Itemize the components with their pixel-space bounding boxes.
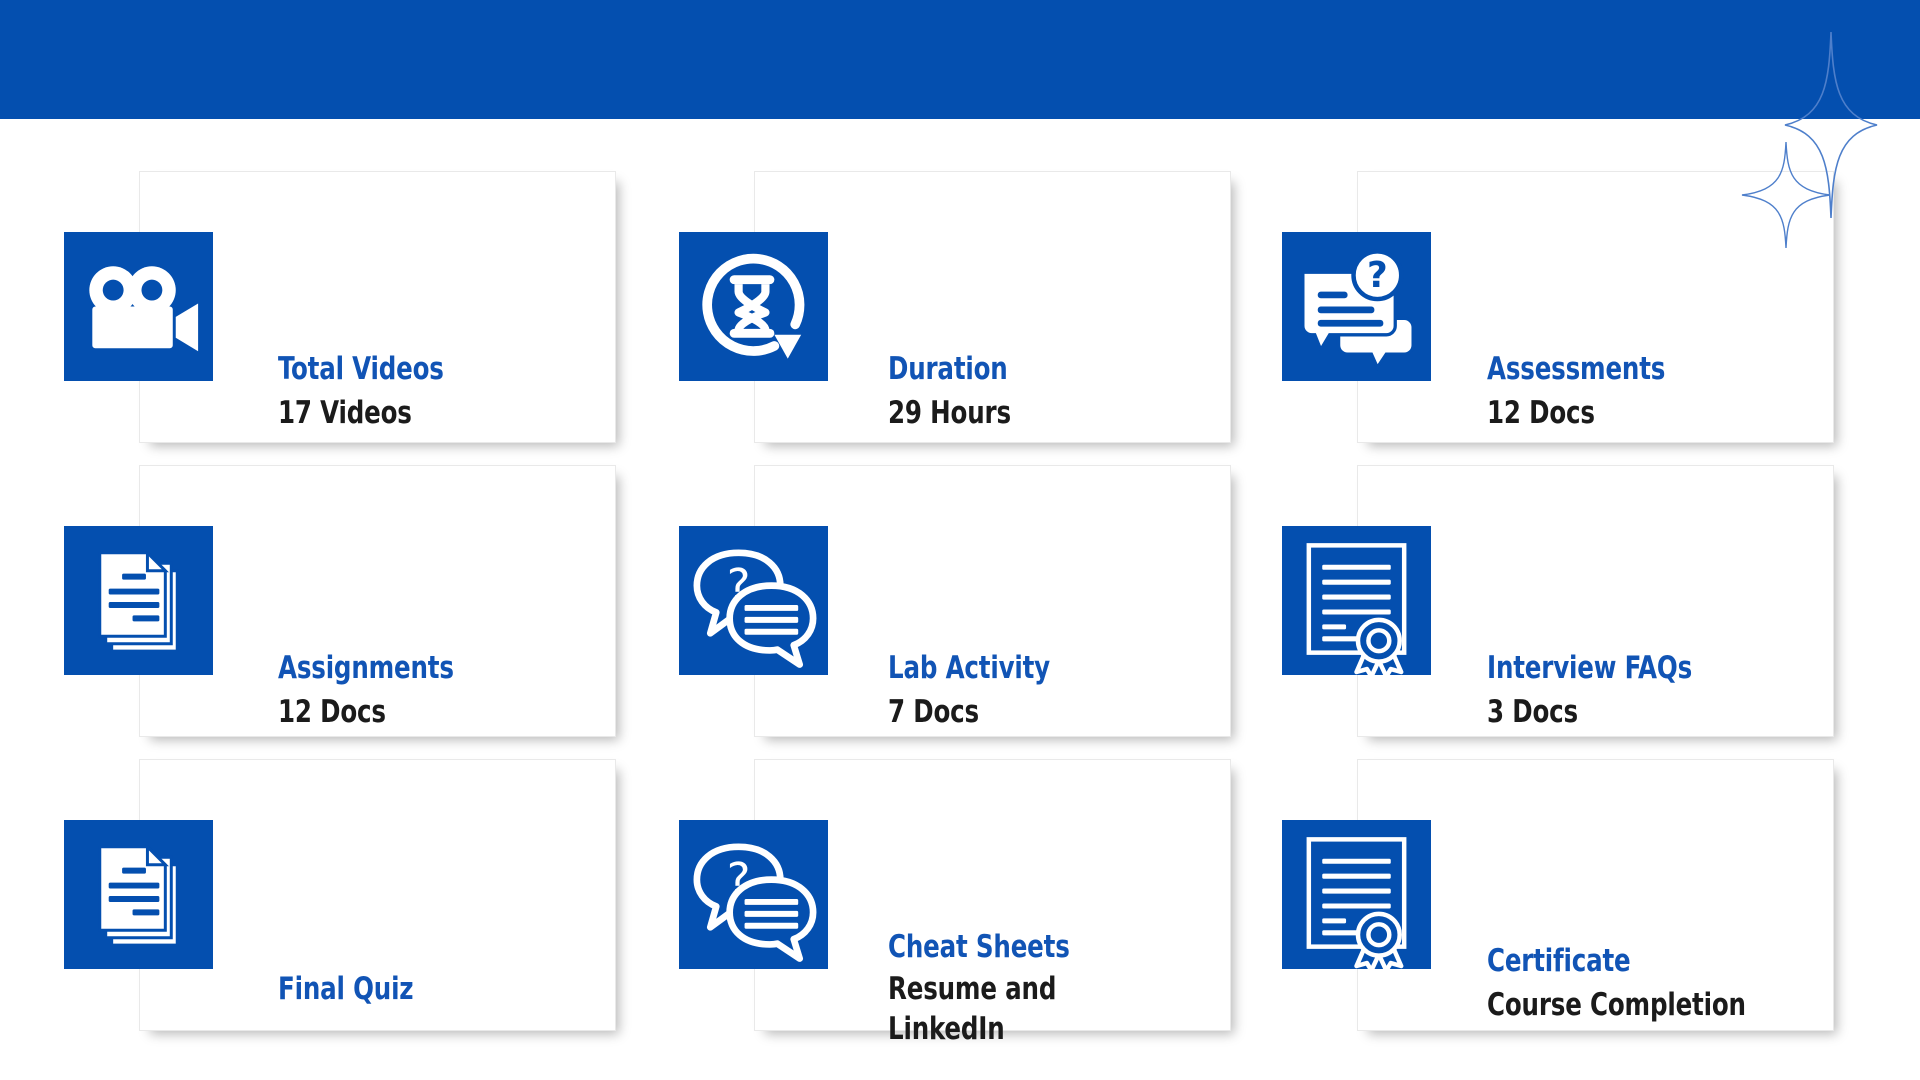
feature-subtitle: 3 Docs: [1487, 694, 1578, 730]
feature-text-assessments: Assessments 12 Docs: [1487, 347, 1817, 435]
feature-text-cheat-sheets: Cheat Sheets Resume and LinkedIn: [888, 925, 1218, 1049]
feature-title: Certificate: [1487, 943, 1631, 979]
video-camera-icon: [64, 232, 213, 381]
header-bar: [0, 0, 1920, 119]
feature-text-total-videos: Total Videos 17 Videos: [278, 347, 608, 435]
feature-subtitle: 29 Hours: [888, 395, 1011, 431]
feature-subtitle: Resume and LinkedIn: [888, 971, 1057, 1047]
features-grid: Total Videos 17 Videos Duration 29 Hours: [0, 119, 1920, 1080]
assessment-question-bubbles-icon: ?: [1282, 232, 1431, 381]
feature-subtitle: 12 Docs: [1487, 395, 1595, 431]
feature-title: Cheat Sheets: [888, 929, 1070, 965]
feature-text-interview-faqs: Interview FAQs 3 Docs: [1487, 646, 1817, 734]
feature-title: Assignments: [278, 650, 454, 686]
feature-title: Duration: [888, 351, 1008, 387]
feature-text-certificate: Certificate Course Completion: [1487, 939, 1817, 1027]
certificate-ribbon-icon: [1282, 526, 1431, 675]
feature-subtitle: Course Completion: [1487, 987, 1746, 1023]
hourglass-duration-icon: [679, 232, 828, 381]
feature-title: Lab Activity: [888, 650, 1051, 686]
feature-title: Total Videos: [278, 351, 444, 387]
certificate-ribbon-icon: [1282, 820, 1431, 969]
feature-subtitle: 17 Videos: [278, 395, 412, 431]
feature-text-assignments: Assignments 12 Docs: [278, 646, 608, 734]
stacked-documents-icon: [64, 526, 213, 675]
feature-title: Final Quiz: [278, 971, 414, 1007]
feature-subtitle: 7 Docs: [888, 694, 979, 730]
chat-bubbles-question-icon: ?: [679, 526, 828, 675]
feature-text-final-quiz: Final Quiz: [278, 967, 608, 1011]
feature-subtitle: 12 Docs: [278, 694, 386, 730]
feature-title: Interview FAQs: [1487, 650, 1693, 686]
feature-text-duration: Duration 29 Hours: [888, 347, 1218, 435]
chat-bubbles-question-icon: ?: [679, 820, 828, 969]
feature-text-lab-activity: Lab Activity 7 Docs: [888, 646, 1218, 734]
feature-title: Assessments: [1487, 351, 1666, 387]
svg-text:?: ?: [1367, 255, 1388, 296]
stacked-documents-icon: [64, 820, 213, 969]
